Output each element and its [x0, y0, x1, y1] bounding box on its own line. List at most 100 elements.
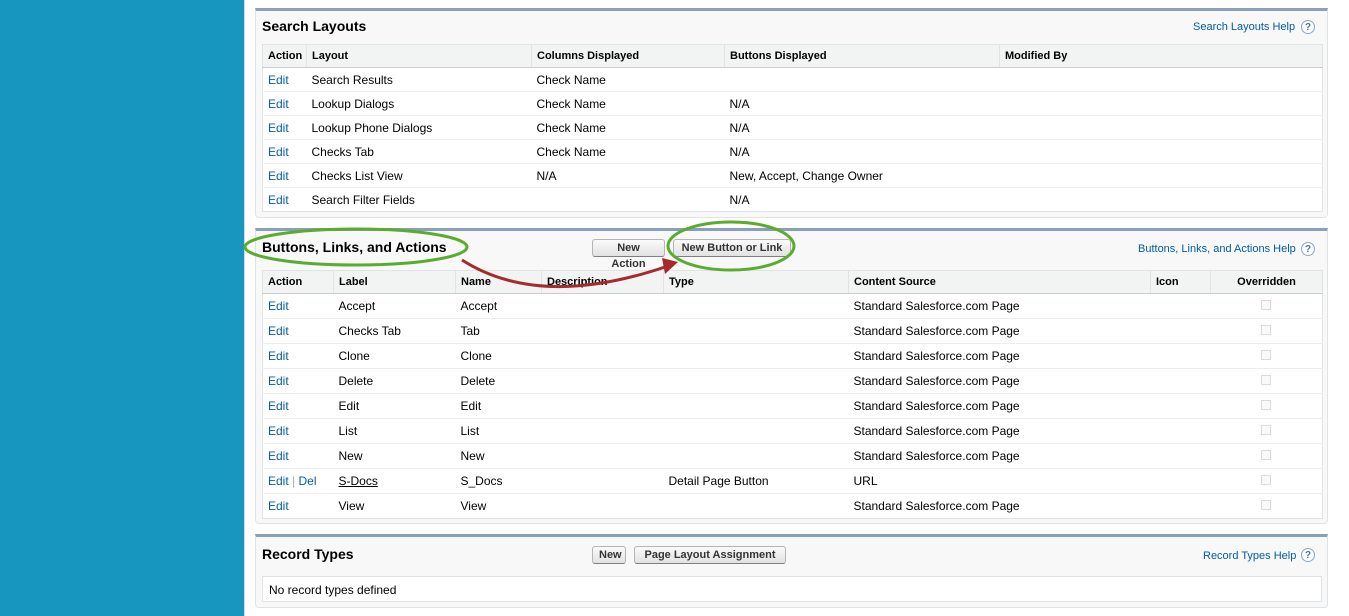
- label-text: Clone: [338, 349, 370, 363]
- row-action-cell: Edit: [262, 418, 334, 444]
- edit-link[interactable]: Edit: [268, 299, 289, 313]
- edit-link[interactable]: Edit: [268, 424, 289, 438]
- edit-link[interactable]: Edit: [268, 121, 289, 135]
- edit-link[interactable]: Edit: [268, 399, 289, 413]
- record-types-title: Record Types: [262, 546, 354, 562]
- table-row: Edit Lookup Dialogs Check Name N/A: [262, 91, 1323, 116]
- name-cell: View: [460, 499, 487, 513]
- table-row: Edit Checks List View N/A New, Accept, Chan…: [262, 163, 1323, 188]
- overridden-cell: [1210, 343, 1323, 369]
- icon-cell: [1150, 443, 1211, 469]
- content-source-cell: Standard Salesforce.com Page: [853, 499, 1020, 513]
- description-cell: [541, 343, 664, 369]
- description-cell: [541, 418, 664, 444]
- edit-link[interactable]: Edit: [268, 97, 289, 111]
- new-action-button[interactable]: New Action: [592, 239, 665, 270]
- label-text: Edit: [338, 399, 360, 413]
- new-record-type-button[interactable]: New: [592, 546, 626, 564]
- label-cell: S-Docs: [333, 468, 456, 494]
- label-text: View: [338, 499, 365, 513]
- name-cell: Edit: [455, 393, 542, 419]
- column-header: Action: [262, 44, 307, 68]
- help-icon[interactable]: ?: [1301, 20, 1315, 34]
- label-link[interactable]: S-Docs: [339, 474, 378, 488]
- action-separator: |: [292, 474, 296, 488]
- type-cell: [663, 393, 849, 419]
- column-header: Description: [541, 270, 664, 294]
- column-header: Action: [262, 270, 334, 294]
- edit-link[interactable]: Edit: [268, 145, 289, 159]
- edit-link[interactable]: Edit: [268, 324, 289, 338]
- type-cell: [663, 293, 849, 319]
- table-row: Edit Clone Clone Standard Salesforce.com Pa…: [262, 343, 1323, 369]
- icon-cell: [1151, 494, 1211, 519]
- overridden-cell: [1210, 293, 1323, 319]
- layout-cell: Checks Tab: [306, 139, 532, 164]
- overridden-cell: [1211, 494, 1323, 519]
- row-action-cell: Edit: [262, 163, 307, 188]
- icon-cell: [1150, 468, 1211, 494]
- overridden-checkbox: [1261, 500, 1272, 510]
- content-source-cell: Standard Salesforce.com Page: [848, 343, 1151, 369]
- edit-link[interactable]: Edit: [268, 193, 289, 207]
- table-row: Edit | Del S-Docs S_Docs Detail Page Button…: [262, 468, 1323, 494]
- buttons-displayed-cell: N/A: [729, 192, 750, 207]
- row-action-cell: Edit: [262, 318, 334, 344]
- edit-link[interactable]: Edit: [268, 169, 289, 183]
- buttons-links-help-link[interactable]: Buttons, Links, and Actions Help: [1138, 243, 1296, 255]
- label-cell: Clone: [333, 343, 456, 369]
- name-cell: Clone: [455, 343, 542, 369]
- modified-by-cell: [999, 139, 1323, 164]
- help-icon[interactable]: ?: [1301, 548, 1315, 562]
- overridden-checkbox: [1261, 375, 1272, 385]
- layout-cell: Lookup Phone Dialogs: [306, 115, 532, 140]
- icon-cell: [1150, 393, 1211, 419]
- row-action-cell: Edit | Del: [262, 468, 334, 494]
- label-text: Delete: [338, 374, 374, 388]
- description-cell: [541, 443, 664, 469]
- icon-cell: [1150, 343, 1211, 369]
- icon-cell: [1150, 418, 1211, 444]
- layout-cell: Checks List View: [306, 163, 532, 188]
- modified-by-cell: [1000, 188, 1323, 212]
- description-cell: [541, 368, 664, 394]
- buttons-links-section: Buttons, Links, and Actions New Action N…: [255, 228, 1328, 524]
- content-source-cell: Standard Salesforce.com Page: [848, 293, 1151, 319]
- edit-link[interactable]: Edit: [268, 374, 289, 388]
- layout-cell: Search Filter Fields: [311, 192, 415, 207]
- search-layouts-help-link[interactable]: Search Layouts Help: [1193, 21, 1295, 33]
- edit-link[interactable]: Edit: [268, 73, 289, 87]
- row-action-cell: Edit: [262, 293, 334, 319]
- type-cell: [663, 368, 849, 394]
- table-row: Edit Lookup Phone Dialogs Check Name N/A: [262, 115, 1323, 140]
- type-cell: [663, 343, 849, 369]
- delete-link[interactable]: Del: [299, 474, 317, 488]
- table-row: Edit Delete Delete Standard Salesforce.com …: [262, 368, 1323, 394]
- layout-cell: Lookup Dialogs: [306, 91, 532, 116]
- label-text: New: [338, 449, 363, 463]
- buttons-links-title: Buttons, Links, and Actions: [262, 239, 447, 255]
- columns-displayed-cell: [532, 188, 725, 212]
- buttons-displayed-cell: N/A: [724, 91, 1000, 116]
- column-header: Modified By: [999, 44, 1323, 68]
- edit-link[interactable]: Edit: [268, 474, 289, 488]
- record-types-help-link[interactable]: Record Types Help: [1203, 550, 1296, 562]
- icon-cell: [1150, 368, 1211, 394]
- page-layout-assignment-button[interactable]: Page Layout Assignment: [634, 546, 786, 564]
- new-button-or-link-button[interactable]: New Button or Link: [673, 239, 791, 257]
- name-cell: New: [455, 443, 542, 469]
- overridden-cell: [1210, 418, 1323, 444]
- edit-link[interactable]: Edit: [268, 449, 289, 463]
- modified-by-cell: [999, 163, 1323, 188]
- edit-link[interactable]: Edit: [268, 499, 289, 513]
- column-header: Name: [455, 270, 542, 294]
- row-action-cell: Edit: [262, 91, 307, 116]
- help-icon[interactable]: ?: [1301, 242, 1315, 256]
- type-cell: [663, 418, 849, 444]
- row-action-cell: Edit: [262, 343, 334, 369]
- label-cell: Edit: [333, 393, 456, 419]
- edit-link[interactable]: Edit: [268, 349, 289, 363]
- column-header: Content Source: [848, 270, 1151, 294]
- row-action-cell: Edit: [262, 393, 334, 419]
- description-cell: [541, 393, 664, 419]
